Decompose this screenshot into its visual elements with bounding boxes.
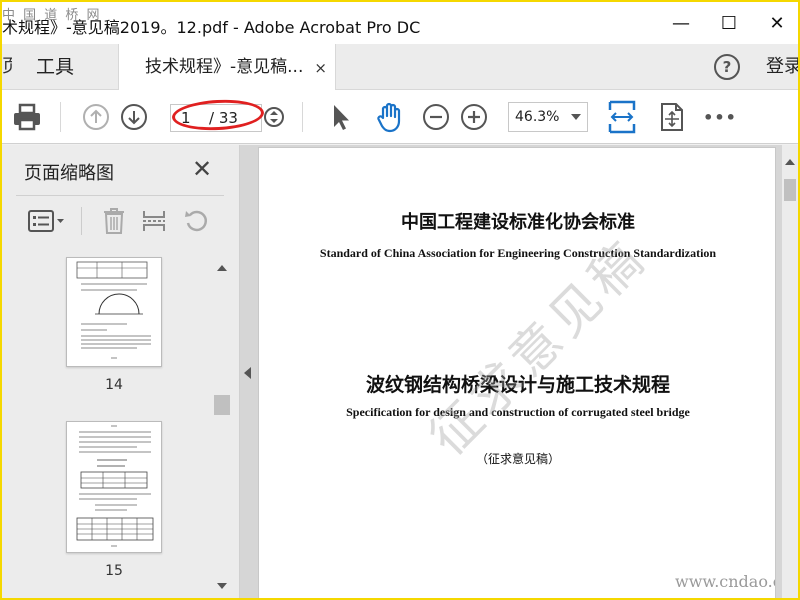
- acrobat-window: 术规程》-意见稿2019。12.pdf - Adobe Acrobat Pro …: [2, 2, 798, 598]
- tab-document[interactable]: 技术规程》-意见稿... ×: [118, 44, 336, 91]
- thumbnail-content: [76, 261, 151, 359]
- close-window-button[interactable]: ✕: [764, 10, 790, 36]
- document-scrollbar[interactable]: [782, 145, 798, 598]
- maximize-button[interactable]: ☐: [716, 10, 742, 36]
- thumbnail-page-number: 15: [105, 563, 123, 579]
- zoom-out-icon: [423, 104, 449, 130]
- extract-pages-icon: [143, 211, 165, 231]
- select-pointer-icon: [334, 105, 349, 130]
- zoom-in-button[interactable]: [458, 90, 490, 144]
- toolbar-divider: [302, 102, 303, 132]
- print-button[interactable]: [10, 90, 44, 144]
- fit-width-button[interactable]: [606, 90, 638, 144]
- fit-page-icon: [661, 103, 683, 131]
- select-tool-button[interactable]: [324, 90, 356, 144]
- scrollbar-thumb[interactable]: [784, 179, 796, 201]
- zoom-level-value: 46.3%: [515, 109, 560, 125]
- panel-title: 页面缩略图: [24, 163, 114, 184]
- scroll-up-arrow[interactable]: [785, 159, 795, 165]
- page-thumbnails-panel: 页面缩略图 ✕ 14 15: [2, 145, 240, 598]
- zoom-level-select[interactable]: 46.3%: [508, 102, 588, 132]
- panel-toolbar-divider: [80, 197, 82, 245]
- close-tab-icon[interactable]: ×: [314, 59, 327, 77]
- close-panel-icon[interactable]: ✕: [192, 155, 212, 183]
- tab-tools[interactable]: 工具: [36, 44, 74, 90]
- page-stepper[interactable]: [262, 90, 286, 144]
- tab-home[interactable]: 页: [2, 44, 12, 90]
- site-watermark-top: 中 国 道 桥 网: [2, 8, 102, 23]
- hand-icon: [377, 102, 401, 133]
- more-tools-button[interactable]: •••: [702, 90, 738, 144]
- thumbnail-scrollbar[interactable]: [212, 257, 232, 597]
- toolbar-divider: [60, 102, 61, 132]
- print-icon: [14, 103, 40, 131]
- previous-page-button[interactable]: [80, 90, 112, 144]
- zoom-in-icon: [461, 104, 487, 130]
- options-menu-button[interactable]: [26, 197, 68, 245]
- document-view: 中国工程建设标准化协会标准 Standard of China Associat…: [240, 145, 798, 598]
- main-toolbar: 1 / 33 46.3% •••: [2, 90, 798, 144]
- minimize-button[interactable]: —: [668, 10, 694, 36]
- help-icon[interactable]: ?: [714, 54, 740, 80]
- delete-page-button[interactable]: [98, 197, 130, 245]
- standard-org-cn: 中国工程建设标准化协会标准: [401, 212, 635, 233]
- pdf-page: 中国工程建设标准化协会标准 Standard of China Associat…: [258, 147, 776, 598]
- page-thumbnail-15[interactable]: [66, 421, 162, 553]
- extract-pages-button[interactable]: [138, 197, 170, 245]
- panel-divider: [16, 195, 224, 196]
- scroll-down-arrow[interactable]: [217, 583, 227, 589]
- page-up-icon: [83, 104, 109, 130]
- thumbnail-content: [76, 425, 154, 547]
- scroll-up-arrow[interactable]: [217, 265, 227, 271]
- chevron-down-icon: [571, 114, 581, 120]
- collapse-panel-icon[interactable]: [244, 367, 251, 379]
- draft-note: （征求意见稿）: [475, 452, 560, 466]
- standard-org-en: Standard of China Association for Engine…: [319, 246, 717, 260]
- list-options-icon: [28, 210, 64, 232]
- fit-width-icon: [608, 100, 636, 134]
- panel-toolbar: [2, 197, 240, 245]
- tab-document-label: 技术规程》-意见稿...: [145, 57, 304, 77]
- trash-icon: [104, 208, 124, 234]
- next-page-button[interactable]: [118, 90, 150, 144]
- title-bar: 术规程》-意见稿2019。12.pdf - Adobe Acrobat Pro …: [2, 2, 798, 44]
- site-watermark: www.cndao.com: [675, 572, 775, 591]
- stepper-icon: [264, 107, 284, 127]
- thumbnail-page-number: 14: [105, 377, 123, 393]
- zoom-out-button[interactable]: [420, 90, 452, 144]
- scrollbar-thumb[interactable]: [214, 395, 230, 415]
- sign-in-link[interactable]: 登录: [766, 44, 798, 90]
- rotate-page-button[interactable]: [180, 197, 212, 245]
- hand-tool-button[interactable]: [372, 90, 408, 144]
- rotate-icon: [185, 210, 208, 232]
- page-thumbnail-14[interactable]: [66, 257, 162, 367]
- tab-bar: 页 工具 技术规程》-意见稿... × ? 登录: [2, 44, 798, 91]
- page-down-icon: [121, 104, 147, 130]
- fit-page-button[interactable]: [656, 90, 688, 144]
